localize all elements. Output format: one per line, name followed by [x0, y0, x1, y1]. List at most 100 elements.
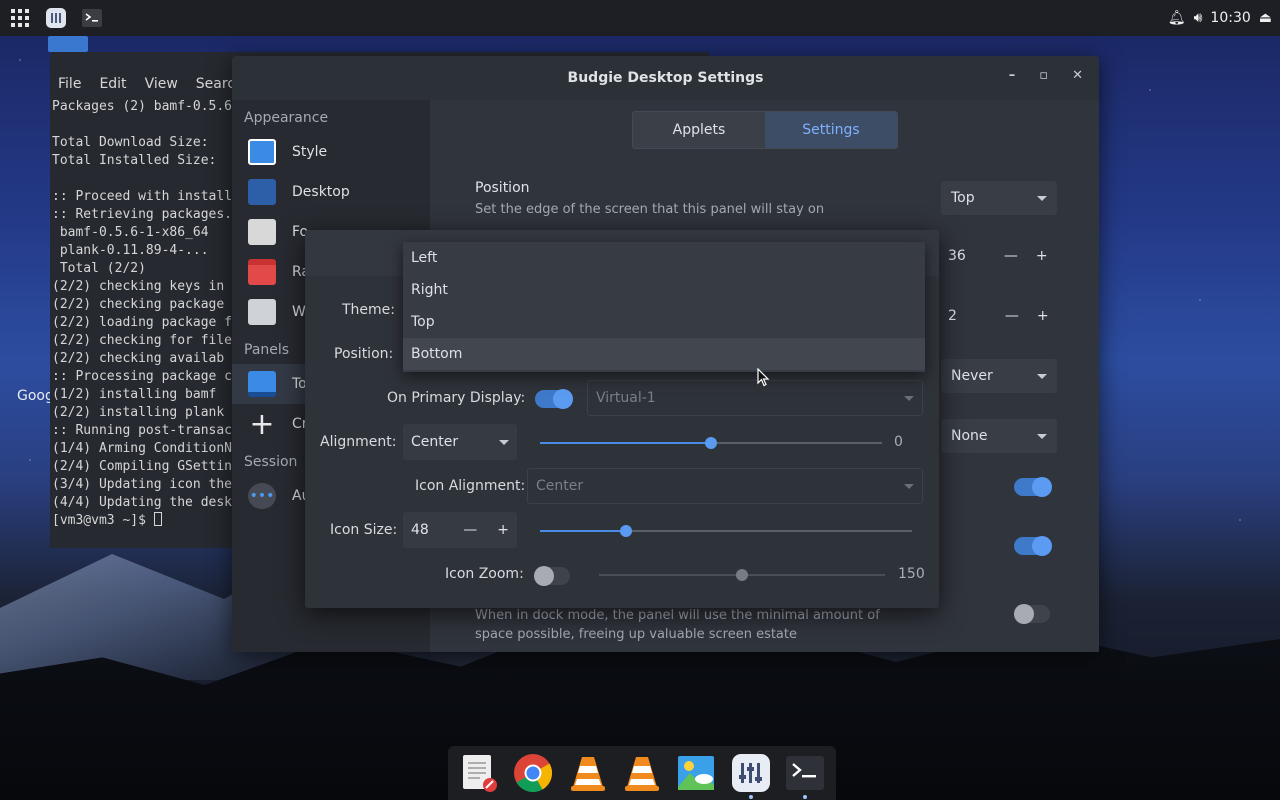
- position-dropdown-menu: Left Right Top Bottom: [403, 242, 925, 372]
- icon-zoom-value: 150: [898, 566, 925, 582]
- panel-icon: [248, 371, 276, 397]
- app-grid-icon[interactable]: [8, 6, 32, 30]
- sidebar-item-label: W: [292, 304, 306, 320]
- position-combo-value: Top: [951, 190, 975, 206]
- dropdown-option-top[interactable]: Top: [403, 306, 925, 338]
- chevron-down-icon: [1037, 373, 1047, 379]
- maximize-icon[interactable]: ▫: [1039, 68, 1048, 83]
- chrome-icon[interactable]: [513, 753, 553, 793]
- fonts-icon: [248, 219, 276, 245]
- terminal-app-icon[interactable]: [80, 6, 104, 30]
- style-icon: [248, 139, 276, 165]
- settings-dock-icon[interactable]: [731, 753, 771, 799]
- offset-value: 0: [894, 434, 903, 450]
- logout-icon[interactable]: ⏏︎: [1259, 10, 1272, 26]
- icon-zoom-label: Icon Zoom:: [445, 566, 524, 582]
- image-viewer-icon[interactable]: [676, 753, 716, 793]
- close-icon[interactable]: ✕: [1072, 68, 1083, 83]
- dropdown-option-right[interactable]: Right: [403, 274, 925, 306]
- notification-bell-icon[interactable]: 🔔︎: [1168, 10, 1186, 26]
- primary-display-value: Virtual-1: [596, 390, 656, 406]
- alignment-combo[interactable]: Center: [403, 424, 517, 460]
- vlc-icon[interactable]: [568, 753, 608, 793]
- position-label: Position:: [334, 346, 394, 362]
- alignment-label: Alignment:: [320, 434, 397, 450]
- icon-alignment-label: Icon Alignment:: [415, 478, 526, 494]
- sidebar-item-label: Style: [292, 144, 328, 160]
- menu-file[interactable]: File: [58, 76, 81, 92]
- position-combo[interactable]: Top: [941, 181, 1057, 215]
- theme-label: Theme:: [342, 302, 396, 318]
- icon-size-value: 48: [411, 522, 429, 538]
- position-desc: Set the edge of the screen that this pan…: [475, 202, 825, 217]
- primary-display-switch[interactable]: [535, 389, 573, 409]
- shadow-value: None: [951, 428, 988, 444]
- offset-slider[interactable]: [540, 437, 882, 449]
- menu-edit[interactable]: Edit: [99, 76, 126, 92]
- terminal-cursor: [153, 512, 162, 526]
- stylize-switch[interactable]: [1014, 536, 1052, 556]
- autostart-icon: •••: [248, 483, 276, 509]
- settings-app-icon[interactable]: [44, 6, 68, 30]
- sidebar-item-desktop[interactable]: Desktop: [232, 172, 430, 212]
- alignment-value: Center: [411, 434, 459, 450]
- plus-icon[interactable]: +: [1037, 308, 1049, 324]
- icon-size-slider[interactable]: [540, 525, 912, 537]
- chevron-down-icon: [904, 483, 914, 489]
- chevron-down-icon: [1037, 433, 1047, 439]
- text-editor-icon[interactable]: [459, 753, 499, 793]
- chevron-down-icon: [904, 395, 914, 401]
- primary-display-label: On Primary Display:: [387, 390, 526, 406]
- windows-icon: [248, 299, 276, 325]
- chevron-down-icon: [1037, 195, 1047, 201]
- desktop-icon: [248, 179, 276, 205]
- dock-mode-desc: When in dock mode, the panel will use th…: [475, 608, 880, 642]
- icon-alignment-combo[interactable]: Center: [527, 468, 923, 504]
- minus-icon[interactable]: —: [1005, 308, 1019, 324]
- minimize-icon[interactable]: –: [1009, 68, 1016, 83]
- autohide-value: Never: [951, 368, 993, 384]
- shadow-combo[interactable]: None: [941, 419, 1057, 453]
- icon-size-label: Icon Size:: [330, 522, 398, 538]
- calendar-icon: [248, 259, 276, 285]
- desktop-google-label[interactable]: Goog: [17, 388, 54, 404]
- running-indicator: [748, 795, 753, 799]
- plus-icon[interactable]: +: [497, 522, 509, 538]
- size-spinner[interactable]: 36 — +: [948, 248, 1048, 264]
- dropdown-option-left[interactable]: Left: [403, 242, 925, 274]
- mouse-cursor-icon: [757, 368, 770, 387]
- sidebar-heading-appearance: Appearance: [244, 110, 329, 126]
- tab-switcher: Applets Settings: [632, 111, 898, 149]
- menu-view[interactable]: View: [145, 76, 178, 92]
- plus-icon: +: [249, 406, 275, 442]
- desktop-home-icon[interactable]: [48, 36, 88, 52]
- volume-icon[interactable]: 🔊︎: [1194, 10, 1203, 26]
- icon-size-spinner[interactable]: 48 — +: [403, 512, 517, 548]
- tab-applets[interactable]: Applets: [633, 112, 765, 148]
- settings-titlebar: Budgie Desktop Settings – ▫ ✕: [232, 56, 1099, 100]
- sidebar-item-label: Desktop: [292, 184, 350, 200]
- clock[interactable]: 10:30: [1210, 10, 1250, 26]
- position-title: Position: [475, 180, 530, 196]
- sidebar-item-style[interactable]: Style: [232, 132, 430, 172]
- dock-mode-switch[interactable]: [1014, 604, 1050, 624]
- plus-icon[interactable]: +: [1036, 248, 1048, 264]
- spacing-value: 2: [948, 308, 957, 324]
- dropdown-option-bottom[interactable]: Bottom: [403, 338, 925, 370]
- tab-settings[interactable]: Settings: [765, 112, 897, 148]
- size-value: 36: [948, 248, 966, 264]
- window-title: Budgie Desktop Settings: [567, 70, 764, 86]
- spacing-spinner[interactable]: 2 — +: [948, 308, 1049, 324]
- primary-display-combo[interactable]: Virtual-1: [587, 380, 923, 416]
- icon-alignment-value: Center: [536, 478, 584, 494]
- terminal-dock-icon[interactable]: [785, 753, 825, 799]
- chevron-down-icon: [499, 439, 509, 445]
- minus-icon[interactable]: —: [463, 522, 477, 538]
- icon-zoom-slider[interactable]: [599, 569, 885, 581]
- minus-icon[interactable]: —: [1004, 248, 1018, 264]
- vlc-icon-2[interactable]: [622, 753, 662, 793]
- shadow-switch[interactable]: [1014, 477, 1052, 497]
- icon-zoom-switch[interactable]: [534, 566, 570, 586]
- plank-dock: [448, 746, 836, 800]
- autohide-combo[interactable]: Never: [941, 359, 1057, 393]
